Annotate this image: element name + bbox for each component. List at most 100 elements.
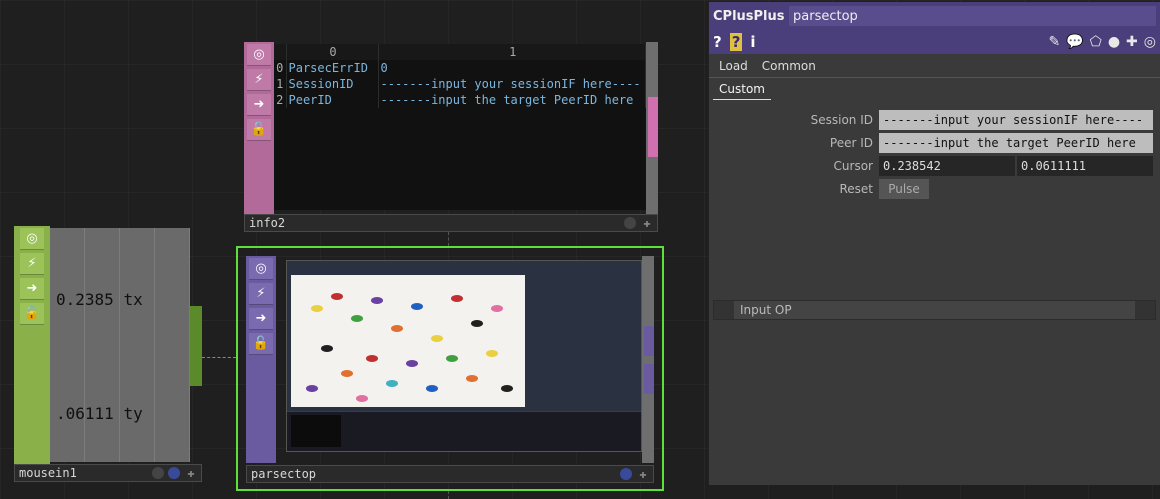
cursor-x-field[interactable]: 0.238542 xyxy=(879,155,1015,176)
tx-readout: 0.2385 tx xyxy=(56,290,143,309)
lock-flag-icon[interactable]: 🔓 xyxy=(249,333,273,355)
row-key: ParsecErrID xyxy=(286,60,379,76)
lock-flag-icon[interactable]: 🔓 xyxy=(247,119,271,141)
input-op-bar[interactable]: Input OP xyxy=(713,300,1156,320)
viewer-thumbnail xyxy=(291,415,341,447)
tab-custom[interactable]: Custom xyxy=(713,82,771,100)
info2-status-dot xyxy=(624,217,636,229)
node-flags: ◎ ⚡ ➜ 🔓 xyxy=(14,226,50,464)
python-icon[interactable]: ● xyxy=(1108,34,1120,50)
info2-namebar[interactable]: info2 ✚ xyxy=(244,214,658,232)
info2-name: info2 xyxy=(249,216,286,230)
op-type: CPlusPlus xyxy=(713,8,785,24)
wire-mousein-to-parsectop xyxy=(202,357,236,358)
table-row: 2 PeerID -------input the target PeerID … xyxy=(274,92,646,108)
col-header-1: 1 xyxy=(378,44,646,60)
viewer-flag-icon[interactable]: ◎ xyxy=(247,44,271,66)
parsectop-name: parsectop xyxy=(251,467,317,481)
mousein1-node[interactable]: ◎ ⚡ ➜ 🔓 0.2385 tx .06111 ty mousein1 ✚ xyxy=(14,226,202,482)
pulse-button[interactable]: Pulse xyxy=(879,178,929,199)
parsectop-viewer-screenshot xyxy=(286,260,642,452)
tx-value: 0.2385 xyxy=(56,290,114,309)
display-flag-icon[interactable]: ➜ xyxy=(20,278,44,300)
op-help-icon[interactable]: ? xyxy=(729,33,743,51)
reset-label: Reset xyxy=(839,181,873,196)
bypass-flag-icon[interactable]: ⚡ xyxy=(249,283,273,305)
bypass-flag-icon[interactable]: ⚡ xyxy=(247,69,271,91)
display-flag-icon[interactable]: ➜ xyxy=(247,94,271,116)
info2-output-connector[interactable] xyxy=(646,42,658,214)
target-icon[interactable]: ◎ xyxy=(1144,34,1156,50)
param-peer-id: Peer ID -------input the target PeerID h… xyxy=(709,131,1160,154)
op-name-field[interactable]: parsectop xyxy=(789,6,1156,26)
param-session-id: Session ID -------input your sessionIF h… xyxy=(709,108,1160,131)
help-icon[interactable]: ? xyxy=(713,33,722,51)
col-header-0: 0 xyxy=(286,44,379,60)
page-tabs: Load Common xyxy=(709,54,1160,78)
pencil-icon[interactable]: ✎ xyxy=(1048,34,1060,50)
input-op-label: Input OP xyxy=(740,303,792,317)
tx-label: tx xyxy=(123,290,143,309)
row-key: PeerID xyxy=(286,92,379,108)
display-flag-icon[interactable]: ➜ xyxy=(249,308,273,330)
row-value: -------input the target PeerID here xyxy=(378,92,646,108)
table-row: 0 ParsecErrID 0 xyxy=(274,60,646,76)
ty-label: ty xyxy=(123,404,143,423)
row-index: 0 xyxy=(274,60,287,76)
col-header-index xyxy=(274,44,287,60)
lock-flag-icon[interactable]: 🔓 xyxy=(20,303,44,325)
info2-table-viewer: 0 1 0 ParsecErrID 0 1 SessionID -------i… xyxy=(274,44,646,210)
mousein1-name: mousein1 xyxy=(19,466,77,480)
node-flags: ◎ ⚡ ➜ 🔓 xyxy=(246,256,276,463)
viewer-flag-icon[interactable]: ◎ xyxy=(249,258,273,280)
tab-common[interactable]: Common xyxy=(762,59,816,73)
input-op-right-toggle[interactable] xyxy=(1135,301,1155,319)
wire-vertical-bottom xyxy=(448,491,449,499)
parameter-panel: CPlusPlus parsectop ? ? i ✎ 💬 ⬠ ● ✚ ◎ Lo… xyxy=(708,2,1160,485)
clone-icon[interactable]: ⬠ xyxy=(1090,34,1102,50)
parsectop-blue-dot xyxy=(620,468,632,480)
mousein1-namebar[interactable]: mousein1 ✚ xyxy=(14,464,202,482)
parsectop-namebar[interactable]: parsectop ✚ xyxy=(246,465,654,483)
info2-scrollbar[interactable] xyxy=(648,97,658,157)
wire-vertical xyxy=(448,232,449,246)
parsectop-output-tab[interactable] xyxy=(644,326,654,356)
ty-value: .06111 xyxy=(56,404,114,423)
node-flags: ◎ ⚡ ➜ 🔓 xyxy=(244,42,274,214)
parsectop-output-tab[interactable] xyxy=(644,364,654,394)
mousein1-blue-dot xyxy=(168,467,180,479)
cursor-label: Cursor xyxy=(833,158,873,173)
row-index: 1 xyxy=(274,76,287,92)
mousein1-status-dot xyxy=(152,467,164,479)
panel-titlebar: CPlusPlus parsectop xyxy=(709,2,1160,30)
row-value: -------input your sessionIF here---- xyxy=(378,76,646,92)
row-key: SessionID xyxy=(286,76,379,92)
tab-load[interactable]: Load xyxy=(719,59,748,73)
parsectop-node[interactable]: ◎ ⚡ ➜ 🔓 parsectop ✚ xyxy=(236,246,664,491)
input-op-left-toggle[interactable] xyxy=(714,301,734,319)
bypass-flag-icon[interactable]: ⚡ xyxy=(20,253,44,275)
table-row: 1 SessionID -------input your sessionIF … xyxy=(274,76,646,92)
session-id-label: Session ID xyxy=(810,112,873,127)
comment-icon[interactable]: 💬 xyxy=(1066,34,1083,50)
viewer-flag-icon[interactable]: ◎ xyxy=(20,228,44,250)
add-icon[interactable]: ✚ xyxy=(1126,34,1138,50)
panel-iconbar: ? ? i ✎ 💬 ⬠ ● ✚ ◎ xyxy=(709,30,1160,54)
mousein1-viewer: 0.2385 tx .06111 ty xyxy=(50,228,190,462)
session-id-field[interactable]: -------input your sessionIF here---- xyxy=(879,109,1153,130)
info2-node[interactable]: ◎ ⚡ ➜ 🔓 0 1 0 ParsecErrID 0 1 SessionID … xyxy=(244,42,658,232)
row-value: 0 xyxy=(378,60,646,76)
info2-add-icon[interactable]: ✚ xyxy=(640,216,654,230)
mousein1-output-connector[interactable] xyxy=(190,306,202,386)
ty-readout: .06111 ty xyxy=(56,404,143,423)
cursor-y-field[interactable]: 0.0611111 xyxy=(1017,155,1153,176)
row-index: 2 xyxy=(274,92,287,108)
peer-id-field[interactable]: -------input the target PeerID here xyxy=(879,132,1153,153)
mousein1-add-icon[interactable]: ✚ xyxy=(184,466,198,480)
param-cursor: Cursor 0.238542 0.0611111 xyxy=(709,154,1160,177)
info-icon[interactable]: i xyxy=(750,33,755,51)
jellybeans-image xyxy=(291,275,525,407)
parsectop-output-connector[interactable] xyxy=(642,256,654,463)
parsectop-add-icon[interactable]: ✚ xyxy=(636,467,650,481)
param-reset: Reset Pulse xyxy=(709,177,1160,200)
